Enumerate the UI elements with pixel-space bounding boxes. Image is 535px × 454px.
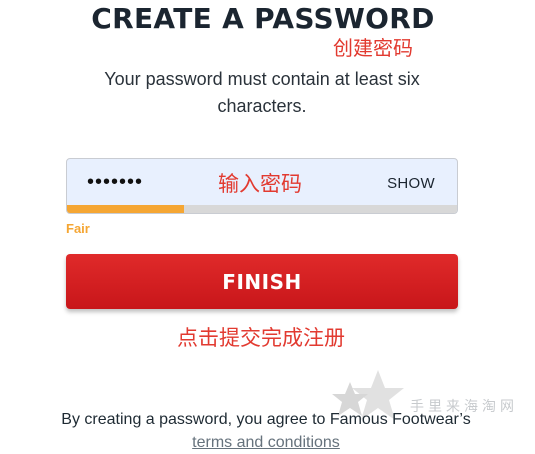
annotation-create-password: 创建密码	[333, 36, 413, 60]
password-strength-label: Fair	[66, 221, 90, 236]
annotation-submit-register: 点击提交完成注册	[177, 326, 345, 350]
show-password-toggle[interactable]: SHOW	[387, 175, 435, 192]
annotation-enter-password: 输入密码	[218, 172, 302, 196]
terms-and-conditions-link[interactable]: terms and conditions	[192, 434, 340, 451]
password-input-value[interactable]: •••••••	[87, 171, 143, 194]
terms-agreement-prefix: By creating a password, you agree to Fam…	[61, 411, 471, 428]
password-requirement-text: Your password must contain at least six …	[104, 69, 420, 116]
password-strength-meter	[67, 205, 457, 213]
password-strength-fill	[67, 205, 184, 213]
terms-agreement-text: By creating a password, you agree to Fam…	[60, 408, 472, 454]
finish-button[interactable]: FINISH	[66, 254, 458, 309]
page-title: CREATE A PASSWORD	[91, 2, 435, 35]
